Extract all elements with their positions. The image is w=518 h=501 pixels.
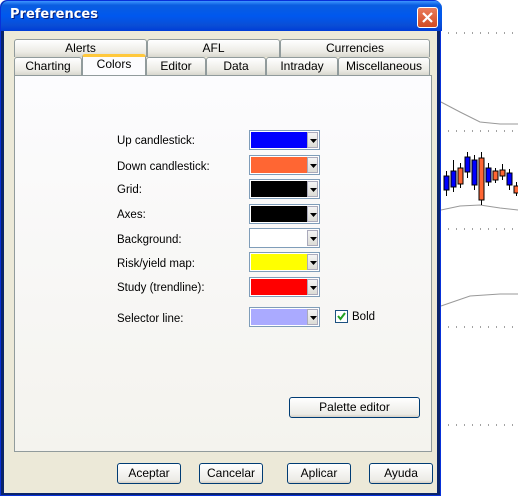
- dropdown-button[interactable]: [307, 230, 318, 246]
- candle-body: [506, 172, 513, 186]
- color-swatch: [251, 132, 307, 148]
- color-combo-study-trendline[interactable]: [249, 277, 320, 297]
- window-title: Preferences: [10, 7, 98, 22]
- color-combo-down-candlestick[interactable]: [249, 155, 320, 175]
- candle-body: [457, 167, 464, 185]
- dropdown-button[interactable]: [307, 157, 318, 173]
- title-bar[interactable]: Preferences: [1, 1, 442, 31]
- bold-checkbox[interactable]: [335, 310, 348, 323]
- accept-button[interactable]: Aceptar: [117, 463, 181, 484]
- label-risk-yield-map: Risk/yield map:: [117, 258, 195, 270]
- chart-band-upper: [440, 101, 518, 125]
- tab-currencies[interactable]: Currencies: [280, 39, 430, 57]
- dropdown-button[interactable]: [307, 132, 318, 148]
- help-button[interactable]: Ayuda: [369, 463, 433, 484]
- chevron-down-icon: [310, 261, 317, 265]
- cancel-button[interactable]: Cancelar: [199, 463, 263, 484]
- chevron-down-icon: [310, 164, 317, 168]
- color-swatch: [251, 254, 307, 270]
- preferences-window: Preferences Alerts AFL Currencies Charti…: [0, 0, 442, 496]
- candle-body: [450, 170, 457, 188]
- tab-intraday[interactable]: Intraday: [266, 57, 338, 75]
- chevron-down-icon: [310, 213, 317, 217]
- dropdown-button[interactable]: [307, 206, 318, 222]
- chart-grid-dots: [448, 32, 518, 426]
- chart-band-lower: [440, 204, 518, 211]
- dropdown-button[interactable]: [307, 181, 318, 197]
- candlesticks: [443, 152, 518, 205]
- candle-body: [513, 185, 518, 194]
- close-icon: [422, 12, 433, 23]
- label-background: Background:: [117, 234, 182, 246]
- dropdown-button[interactable]: [307, 309, 318, 325]
- color-combo-selector-line[interactable]: [249, 307, 320, 327]
- candle-body: [485, 167, 492, 183]
- label-up-candlestick: Up candlestick:: [117, 135, 195, 147]
- color-swatch: [251, 181, 307, 197]
- tab-charting[interactable]: Charting: [14, 57, 82, 75]
- color-swatch: [251, 230, 307, 246]
- candle-body: [443, 175, 450, 191]
- color-swatch: [251, 309, 307, 325]
- tab-editor[interactable]: Editor: [146, 57, 206, 75]
- dropdown-button[interactable]: [307, 254, 318, 270]
- candle-body: [492, 170, 499, 181]
- color-combo-axes[interactable]: [249, 204, 320, 224]
- chevron-down-icon: [310, 139, 317, 143]
- tab-colors[interactable]: Colors: [82, 54, 146, 75]
- candle-body: [478, 157, 485, 201]
- color-swatch: [251, 279, 307, 295]
- palette-editor-button[interactable]: Palette editor: [289, 397, 420, 418]
- dialog-body: Alerts AFL Currencies Charting Colors Ed…: [4, 31, 437, 493]
- chevron-down-icon: [310, 237, 317, 241]
- chevron-down-icon: [310, 316, 317, 320]
- chevron-down-icon: [310, 188, 317, 192]
- close-button[interactable]: [417, 7, 438, 28]
- apply-button[interactable]: Aplicar: [287, 463, 351, 484]
- candle-body: [471, 159, 478, 186]
- candle-body: [464, 156, 471, 173]
- candle-body: [499, 169, 506, 177]
- colors-panel: Up candlestick: Down candlestick: Grid: …: [14, 75, 432, 452]
- chart-lower-line: [440, 293, 518, 307]
- tab-miscellaneous[interactable]: Miscellaneous: [338, 57, 430, 75]
- tab-data[interactable]: Data: [206, 57, 266, 75]
- color-combo-up-candlestick[interactable]: [249, 130, 320, 150]
- color-combo-grid[interactable]: [249, 179, 320, 199]
- dropdown-button[interactable]: [307, 279, 318, 295]
- color-swatch: [251, 157, 307, 173]
- bold-label: Bold: [352, 311, 376, 323]
- color-combo-background[interactable]: [249, 228, 320, 248]
- color-combo-risk-yield-map[interactable]: [249, 252, 320, 272]
- label-grid: Grid:: [117, 184, 142, 196]
- label-axes: Axes:: [117, 209, 146, 221]
- label-down-candlestick: Down candlestick:: [117, 161, 210, 173]
- label-selector-line: Selector line:: [117, 313, 184, 325]
- color-swatch: [251, 206, 307, 222]
- tab-afl[interactable]: AFL: [147, 39, 280, 57]
- chevron-down-icon: [310, 286, 317, 290]
- checkmark-icon: [337, 312, 346, 321]
- label-study-trendline: Study (trendline):: [117, 282, 205, 294]
